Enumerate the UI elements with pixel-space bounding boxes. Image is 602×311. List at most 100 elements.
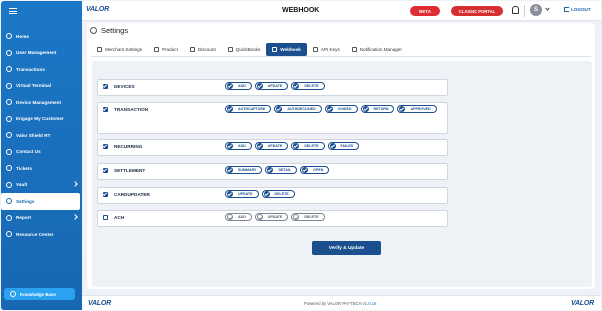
logout-button[interactable]: LOGOUT: [564, 7, 591, 12]
sidebar-item-report[interactable]: Report: [1, 210, 82, 227]
checkbox-recurring[interactable]: [103, 144, 108, 149]
check-icon: [227, 106, 233, 112]
sidebar-item-label: Contact Us: [16, 149, 41, 155]
report-icon: [6, 214, 12, 221]
sidebar-item-settings[interactable]: Settings: [1, 193, 80, 210]
box-icon: [154, 47, 160, 52]
webhook-row-devices: DEVICES ADD UPDATE DELETE: [97, 79, 448, 96]
tab-api-keys[interactable]: API Keys: [307, 43, 346, 56]
checkbox-settlement[interactable]: [103, 168, 108, 173]
webhook-row-settlement: SETTLEMENT SUMMARY DETAIL OPEN: [97, 163, 448, 180]
event-chip-authcapture[interactable]: AUTHCAPTURE: [225, 105, 272, 113]
event-chip-delete[interactable]: DELETE: [291, 82, 325, 90]
menu-icon[interactable]: [9, 8, 17, 14]
event-chip-label: DELETE: [304, 84, 319, 88]
event-chip-label: OPEN: [313, 168, 324, 172]
sidebar-item-resource-center[interactable]: Resource Center: [1, 226, 82, 243]
checkbox-transaction[interactable]: [103, 107, 108, 112]
gear-icon: [90, 27, 97, 34]
bell-icon[interactable]: [512, 6, 519, 14]
home-icon: [6, 33, 12, 40]
tab-notification-manager[interactable]: Notification Manager: [346, 43, 408, 56]
event-chip-label: APPROVED: [410, 107, 431, 111]
sidebar-item-transactions[interactable]: Transactions: [1, 61, 82, 78]
event-chip-add[interactable]: ADD: [225, 213, 252, 221]
event-chip-delete[interactable]: DELETE: [291, 142, 325, 150]
valor-logo[interactable]: VALOR: [86, 6, 109, 13]
event-chip-return[interactable]: RETURN: [360, 105, 395, 113]
event-chip-label: ADD: [238, 84, 246, 88]
avatar[interactable]: S: [530, 4, 542, 16]
sidebar-item-vault[interactable]: Vault: [1, 177, 82, 194]
checkbox-devices[interactable]: [103, 84, 108, 89]
ticket-icon: [6, 165, 12, 172]
webhook-row-label: RECURRING: [114, 143, 143, 149]
settings-panel: Settings Merchant Settings Product Discoun…: [87, 23, 595, 289]
sidebar-item-valor-shield-rt[interactable]: Valor Shield RT: [1, 127, 82, 144]
event-chip-add[interactable]: ADD: [225, 82, 252, 90]
version-link[interactable]: v1.0.16: [363, 301, 377, 306]
check-icon: [293, 214, 300, 220]
page-header-title: WEBHOOK: [282, 7, 320, 14]
percent-icon: [189, 47, 195, 52]
sidebar-item-contact-us[interactable]: Contact Us: [1, 144, 82, 161]
event-chip-delete[interactable]: DELETE: [291, 213, 325, 221]
event-chips: SUMMARY DETAIL OPEN: [225, 166, 447, 174]
classic-portal-button[interactable]: CLASSIC PORTAL: [451, 6, 503, 16]
event-chip-label: FAILED: [340, 144, 354, 148]
check-icon: [293, 83, 300, 89]
check-icon: [276, 106, 283, 112]
event-chip-update[interactable]: UPDATE: [254, 213, 289, 221]
sidebar-item-tickets[interactable]: Tickets: [1, 160, 82, 177]
tab-merchant-settings[interactable]: Merchant Settings: [91, 43, 148, 56]
knowledge-base-button[interactable]: Knowledge Base: [4, 288, 75, 300]
check-icon: [263, 191, 270, 197]
check-icon: [227, 214, 233, 220]
sidebar-item-device-management[interactable]: Device Management: [1, 94, 82, 111]
tab-quickbooks[interactable]: QuickBooks: [222, 43, 267, 56]
event-chip-update[interactable]: UPDATE: [254, 142, 289, 150]
terminal-icon: [6, 82, 12, 89]
verify-update-button[interactable]: Verify & Update: [312, 241, 381, 255]
tab-label: Webhook: [280, 47, 301, 52]
event-chip-delete[interactable]: DELETE: [261, 190, 295, 198]
gear-icon: [6, 198, 12, 205]
event-chip-label: AUTHDECLINED: [287, 107, 316, 111]
event-chip-summary[interactable]: SUMMARY: [225, 166, 263, 174]
tab-discount[interactable]: Discount: [184, 43, 222, 56]
device-icon: [6, 99, 12, 106]
webhook-icon: [272, 47, 278, 52]
tab-webhook[interactable]: Webhook: [266, 43, 307, 56]
check-icon: [302, 167, 309, 173]
event-chip-detail[interactable]: DETAIL: [265, 166, 298, 174]
check-icon: [267, 167, 274, 173]
tab-product[interactable]: Product: [148, 43, 184, 56]
event-chip-voided[interactable]: VOIDED: [324, 105, 358, 113]
checkbox-cardupdater[interactable]: [103, 192, 108, 197]
sidebar-item-engage-my-customer[interactable]: Engage My Customer: [1, 111, 82, 128]
event-chip-update[interactable]: UPDATE: [254, 82, 289, 90]
event-chip-approved[interactable]: APPROVED: [397, 105, 437, 113]
check-icon: [256, 143, 263, 149]
event-chip-label: DETAIL: [278, 168, 292, 172]
event-chip-authdeclined[interactable]: AUTHDECLINED: [274, 105, 322, 113]
event-chip-update[interactable]: UPDATE: [225, 190, 259, 198]
event-chip-failed[interactable]: FAILED: [327, 142, 360, 150]
event-chip-open[interactable]: OPEN: [300, 166, 330, 174]
vault-icon: [6, 181, 12, 188]
chevron-down-icon[interactable]: [545, 6, 550, 11]
beta-button[interactable]: BETA: [410, 6, 440, 16]
webhook-row-cardupdater: CARDUPDATER UPDATE DELETE: [97, 187, 448, 204]
check-icon: [293, 143, 300, 149]
event-chips: AUTHCAPTURE AUTHDECLINED VOIDED RETURN APPRO…: [225, 105, 447, 113]
sidebar-item-home[interactable]: Home: [1, 28, 82, 45]
sidebar-item-virtual-terminal[interactable]: Virtual Terminal: [1, 78, 82, 95]
event-chip-add[interactable]: ADD: [225, 142, 252, 150]
event-chip-label: ADD: [238, 215, 246, 219]
chevron-right-icon: [72, 180, 78, 187]
sidebar-item-label: User Management: [16, 50, 57, 56]
sidebar-item-user-management[interactable]: User Management: [1, 45, 82, 62]
engage-icon: [6, 115, 12, 122]
checkbox-ach[interactable]: [103, 215, 108, 220]
knowledge-base-label: Knowledge Base: [20, 291, 57, 297]
